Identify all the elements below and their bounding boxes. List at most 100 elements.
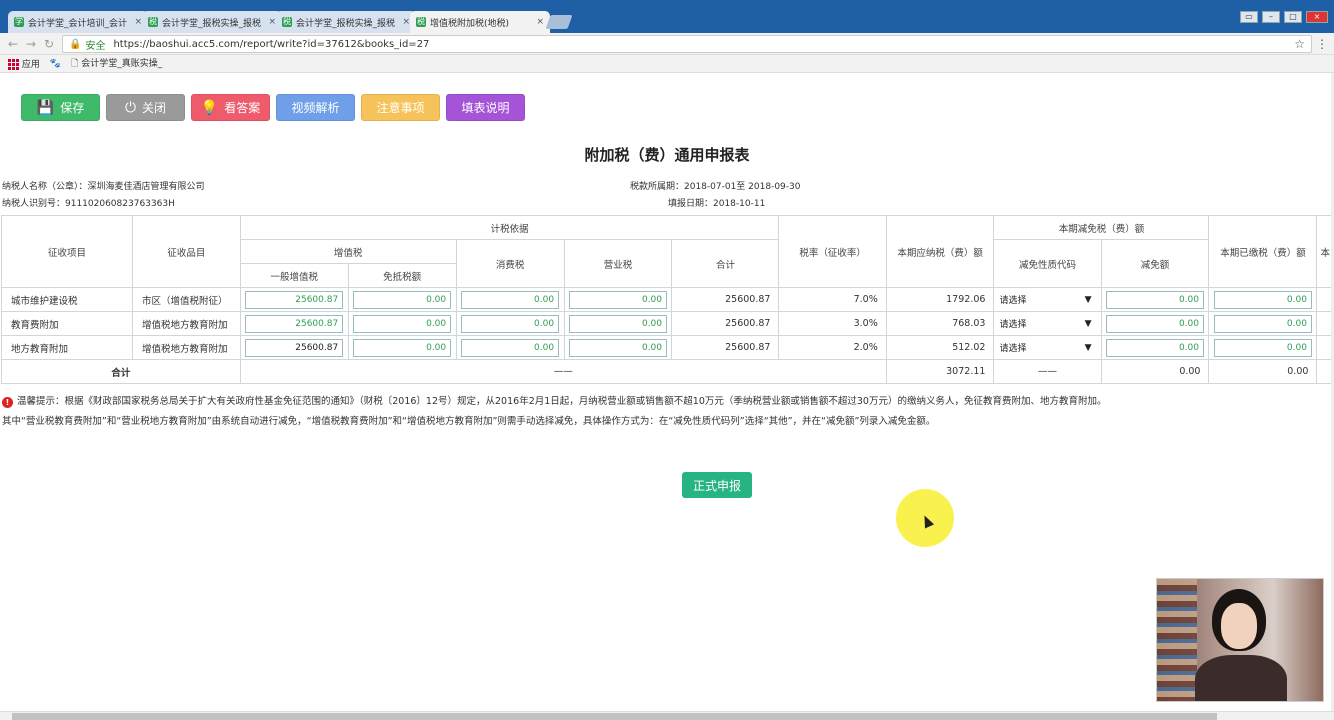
tip-line-1: ! 温馨提示：根据《财政部国家税务总局关于扩大有关政府性基金免征范围的通知》（财税…	[2, 392, 1106, 412]
form-title: 附加税（费）通用申报表	[584, 146, 750, 164]
notes-button[interactable]: 注意事项	[361, 94, 440, 121]
business-input[interactable]: 0.00	[569, 338, 668, 357]
select-value: 请选择	[999, 296, 1027, 306]
tab-label: 增值税附加税(地税)	[430, 18, 510, 29]
window-close-icon[interactable]: ×	[1306, 11, 1328, 23]
vat-general-cell: 25600.87	[239, 335, 349, 360]
lightbulb-icon: 💡	[200, 99, 219, 116]
browser-tab-2[interactable]: 税 会计学堂_报税实操_报税 ×	[142, 11, 282, 33]
paid-cell: 0.00	[1208, 335, 1318, 360]
total-row: 合计 —— 3072.11 —— 0.00 0.00	[1, 359, 1334, 384]
header-consumption: 消费税	[455, 239, 565, 288]
presenter-body	[1195, 655, 1287, 701]
bookmark-star-icon[interactable]: ☆	[1294, 37, 1305, 51]
vat-general-input[interactable]: 25600.87	[245, 290, 344, 309]
close-button[interactable]: ⏻ 关闭	[106, 94, 185, 121]
notes-label: 注意事项	[376, 101, 425, 115]
tab-label: 会计学堂_报税实操_报税	[162, 18, 262, 29]
browser-tab-4-active[interactable]: 税 增值税附加税(地税) ×	[410, 11, 550, 33]
address-bar-row: ← → ↻ 🔒 安全 https://baoshui.acc5.com/repo…	[0, 33, 1334, 55]
site-favicon-icon: 税	[148, 17, 158, 27]
consumption-input[interactable]: 0.00	[461, 338, 560, 357]
horizontal-scrollbar[interactable]	[0, 711, 1334, 720]
reduction-cell: 0.00	[1100, 311, 1210, 336]
business-input[interactable]: 0.00	[569, 290, 668, 309]
window-maximize-icon[interactable]: □	[1284, 11, 1302, 23]
paid-input[interactable]: 0.00	[1213, 338, 1312, 357]
new-tab-button[interactable]	[545, 15, 573, 29]
select-value: 请选择	[999, 320, 1027, 330]
tax-period: 税款所属期：2018-07-01至 2018-09-30	[630, 182, 801, 192]
business-cell: 0.00	[563, 311, 673, 336]
apps-bookmark[interactable]: 应用	[8, 57, 40, 70]
save-button[interactable]: 💾 保存	[21, 94, 100, 121]
table-row: 教育费附加 增值税地方教育附加 25600.87 0.00 0.00 0.00 …	[1, 311, 1334, 336]
warning-icon: !	[2, 397, 13, 408]
paid-input[interactable]: 0.00	[1213, 290, 1312, 309]
vat-general-input[interactable]: 25600.87	[245, 314, 344, 333]
tip-text-2: 其中“营业税教育费附加”和“营业税地方教育附加”由系统自动进行减免，“增值税教育…	[2, 416, 936, 427]
url-field[interactable]: 🔒 安全 https://baoshui.acc5.com/report/wri…	[62, 35, 1312, 53]
vat-general-input[interactable]: 25600.87	[245, 338, 344, 357]
reduction-code-select[interactable]: 请选择 ▼	[993, 311, 1102, 336]
url-text[interactable]: https://baoshui.acc5.com/report/write?id…	[113, 39, 429, 50]
bookmark-item[interactable]: 🗋 会计学堂_真账实操_	[71, 56, 162, 72]
vat-exempt-cell: 0.00	[347, 311, 457, 336]
browser-menu-icon[interactable]: ⋮	[1316, 37, 1328, 51]
reduction-input[interactable]: 0.00	[1106, 290, 1205, 309]
header-payable: 本期应纳税（费）额	[885, 215, 995, 288]
vat-general-cell: 25600.87	[239, 311, 349, 336]
vat-exempt-input[interactable]: 0.00	[353, 338, 452, 357]
declaration-table: 征收项目 征收品目 计税依据 税率（征收率） 本期应纳税（费）额 本期减免税（费…	[1, 215, 1334, 384]
back-icon[interactable]: ←	[8, 37, 18, 51]
select-value: 请选择	[999, 344, 1027, 354]
consumption-cell: 0.00	[455, 335, 565, 360]
tab-close-icon[interactable]: ×	[134, 17, 142, 27]
reduction-input[interactable]: 0.00	[1106, 314, 1205, 333]
browser-tab-3[interactable]: 税 会计学堂_报税实操_报税 ×	[276, 11, 416, 33]
scrollbar-thumb[interactable]	[12, 713, 1217, 720]
paid-input[interactable]: 0.00	[1213, 314, 1312, 333]
vat-exempt-input[interactable]: 0.00	[353, 314, 452, 333]
consumption-input[interactable]: 0.00	[461, 290, 560, 309]
dropdown-arrow-icon: ▼	[1084, 318, 1092, 329]
reduction-code-select[interactable]: 请选择 ▼	[993, 335, 1102, 360]
browser-tab-1[interactable]: 学 会计学堂_会计培训_会计 ×	[8, 11, 148, 33]
view-answer-button[interactable]: 💡 看答案	[191, 94, 270, 121]
business-input[interactable]: 0.00	[569, 314, 668, 333]
bookshelf-image	[1157, 579, 1197, 701]
row-subitem: 市区（增值税附征）	[131, 287, 241, 312]
header-reduction-amount: 减免额	[1100, 239, 1210, 288]
window-user-icon[interactable]: ▭	[1240, 11, 1258, 23]
presenter-webcam	[1156, 578, 1324, 702]
tab-close-icon[interactable]: ×	[268, 17, 276, 27]
fill-instructions-button[interactable]: 填表说明	[446, 94, 525, 121]
row-total: 25600.87	[671, 287, 780, 312]
formal-declare-button[interactable]: 正式申报	[682, 472, 752, 498]
vat-exempt-input[interactable]: 0.00	[353, 290, 452, 309]
row-rate: 7.0%	[778, 287, 887, 312]
consumption-input[interactable]: 0.00	[461, 314, 560, 333]
video-label: 视频解析	[291, 101, 340, 115]
tab-close-icon[interactable]: ×	[536, 17, 544, 27]
total-basis: ——	[239, 359, 887, 384]
dropdown-arrow-icon: ▼	[1084, 342, 1092, 353]
reduction-code-select[interactable]: 请选择 ▼	[993, 287, 1102, 312]
tab-close-icon[interactable]: ×	[402, 17, 410, 27]
reduction-input[interactable]: 0.00	[1106, 338, 1205, 357]
total-paid: 0.00	[1208, 359, 1318, 384]
save-label: 保存	[60, 101, 85, 115]
total-reduction: 0.00	[1100, 359, 1210, 384]
consumption-cell: 0.00	[455, 287, 565, 312]
header-vat-exempt: 免抵税额	[347, 263, 457, 288]
video-explanation-button[interactable]: 视频解析	[276, 94, 355, 121]
window-minimize-icon[interactable]: –	[1262, 11, 1280, 23]
header-basis: 计税依据	[239, 215, 780, 240]
header-rate: 税率（征收率）	[778, 215, 887, 288]
row-item: 城市维护建设税	[1, 287, 133, 312]
forward-icon[interactable]: →	[26, 37, 36, 51]
paw-icon[interactable]: 🐾	[50, 59, 61, 69]
tab-label: 会计学堂_报税实操_报税	[296, 18, 396, 29]
vat-exempt-cell: 0.00	[347, 287, 457, 312]
reload-icon[interactable]: ↻	[44, 37, 54, 51]
